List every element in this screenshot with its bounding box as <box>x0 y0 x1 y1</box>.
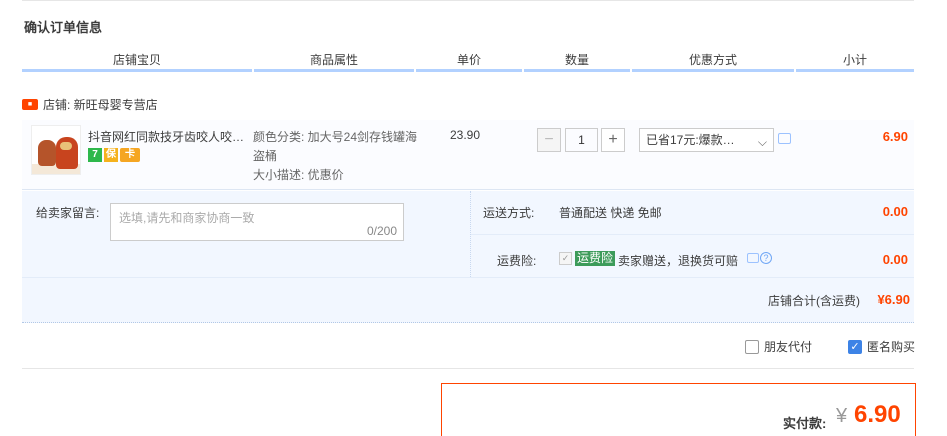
anonymous-label: 匿名购买 <box>867 340 916 354</box>
unit-price: 23.90 <box>450 128 481 142</box>
item-subtotal: 6.90 <box>882 129 908 144</box>
shop-tag-icon: ■ <box>22 98 38 110</box>
table-header: 店铺宝贝 商品属性 单价 数量 优惠方式 小计 <box>22 50 914 72</box>
shop-total-label: 店铺合计(含运费) <box>768 294 860 308</box>
memo-label: 给卖家留言: <box>36 206 100 220</box>
shop-total-amount: ¥6.90 <box>877 292 910 307</box>
memo-textarea[interactable]: 选填,请先和商家协商一致 0/200 <box>110 203 404 241</box>
memo-counter: 0/200 <box>366 224 397 238</box>
quantity-stepper: − 1 + <box>537 128 625 152</box>
guarantee-icon[interactable]: 保 <box>104 148 118 162</box>
product-attributes: 颜色分类: 加大号24剑存钱罐海盗桶 大小描述: 优惠价 <box>253 128 423 185</box>
shop-total-row: 店铺合计(含运费) ¥6.90 <box>22 277 914 323</box>
anonymous-checkbox[interactable]: ✓ <box>848 339 862 354</box>
card-payment-icon[interactable]: 卡 <box>120 148 140 162</box>
shipping-amount: 0.00 <box>882 204 908 219</box>
chat-bubble-icon[interactable] <box>747 253 759 263</box>
panel-row-separator <box>471 234 914 235</box>
shipping-method: 普通配送 快递 免邮 <box>559 206 662 220</box>
product-title-link[interactable]: 抖音网红同款技牙齿咬人咬… <box>88 128 248 145</box>
discount-select[interactable]: 已省17元:爆款… ⌵ <box>639 128 774 152</box>
increase-button[interactable]: + <box>601 128 625 152</box>
order-extras-panel: 给卖家留言: 选填,请先和商家协商一致 0/200 运送方式: 普通配送 快递 … <box>22 191 914 277</box>
shop-row: ■ 店铺: 新旺母婴专营店 <box>22 96 158 112</box>
top-divider <box>22 0 914 1</box>
discount-selected: 已省17元:爆款… <box>646 133 735 147</box>
friend-pay-option[interactable]: 朋友代付 <box>745 338 812 355</box>
friend-pay-checkbox[interactable] <box>745 339 759 354</box>
shop-name[interactable]: 店铺: 新旺母婴专营店 <box>43 96 158 113</box>
order-item-row: 抖音网红同款技牙齿咬人咬… 7 保 卡 颜色分类: 加大号24剑存钱罐海盗桶 大… <box>22 120 914 190</box>
header-discount: 优惠方式 <box>632 50 794 72</box>
insurance-text: 卖家赠送，退换货可赔 <box>618 254 739 268</box>
insurance-amount: 0.00 <box>882 252 908 267</box>
payment-amount: 6.90 <box>854 401 901 428</box>
header-subtotal: 小计 <box>796 50 914 72</box>
service-badges: 7 保 卡 <box>88 148 140 162</box>
header-qty: 数量 <box>524 50 630 72</box>
payment-summary: 实付款: ¥ 6.90 <box>441 383 916 436</box>
payment-label: 实付款: <box>783 416 827 431</box>
header-props: 商品属性 <box>254 50 414 72</box>
header-item: 店铺宝贝 <box>22 50 252 72</box>
friend-pay-label: 朋友代付 <box>764 340 813 354</box>
shipping-label: 运送方式: <box>483 206 535 220</box>
attr-color: 颜色分类: 加大号24剑存钱罐海盗桶 <box>253 130 418 163</box>
header-price: 单价 <box>416 50 522 72</box>
currency-symbol: ¥ <box>836 405 848 427</box>
seven-day-return-icon[interactable]: 7 <box>88 148 102 162</box>
section-divider <box>22 368 914 369</box>
memo-placeholder: 选填,请先和商家协商一致 <box>119 211 255 225</box>
insurance-label: 运费险: <box>497 254 537 268</box>
chat-bubble-icon[interactable] <box>778 133 791 144</box>
page-title: 确认订单信息 <box>24 20 103 35</box>
attr-size: 大小描述: 优惠价 <box>253 168 344 182</box>
help-icon[interactable]: ? <box>760 252 772 264</box>
chevron-down-icon: ⌵ <box>757 135 767 149</box>
anonymous-option[interactable]: ✓ 匿名购买 <box>848 338 915 355</box>
quantity-input[interactable]: 1 <box>565 128 598 152</box>
decrease-button[interactable]: − <box>537 128 561 152</box>
insurance-checkbox: ✓ <box>559 252 572 265</box>
insurance-tag: 运费险 <box>575 251 616 266</box>
product-thumbnail[interactable] <box>31 125 81 175</box>
